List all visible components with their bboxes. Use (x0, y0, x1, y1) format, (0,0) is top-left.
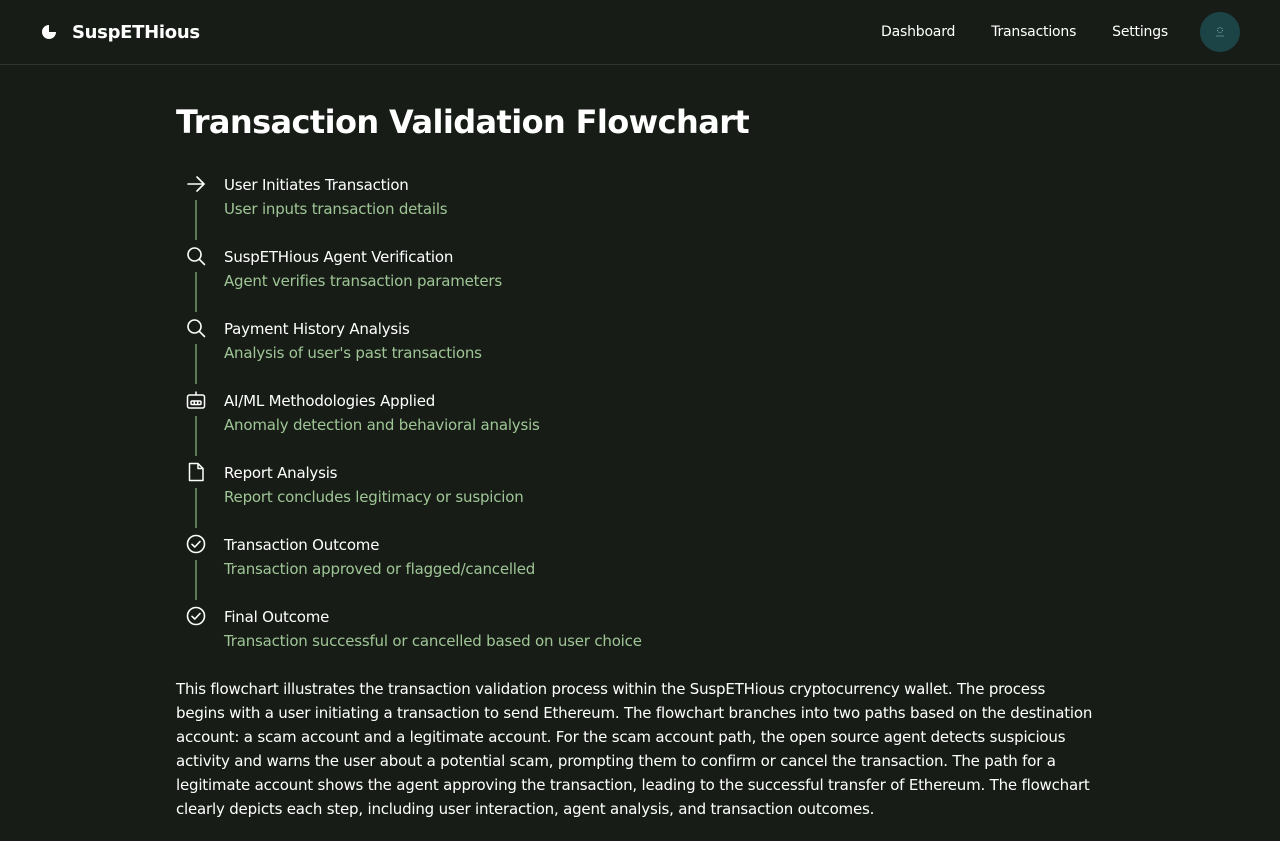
check-circle-icon (186, 606, 206, 626)
step-description: Transaction successful or cancelled base… (224, 632, 642, 650)
nav-dashboard-link[interactable]: Dashboard (881, 24, 955, 40)
avatar-glyph-icon (1216, 27, 1224, 37)
brand[interactable]: SuspETHious (40, 22, 200, 43)
step-title: Transaction Outcome (224, 536, 380, 554)
step-connector (195, 416, 197, 456)
flow-step: User Initiates Transaction User inputs t… (176, 170, 1096, 242)
step-title: SuspETHious Agent Verification (224, 248, 454, 266)
arrow-right-icon (186, 174, 206, 194)
search-icon (186, 318, 206, 338)
step-connector (195, 344, 197, 384)
page-title: Transaction Validation Flowchart (176, 103, 750, 141)
nav-transactions-link[interactable]: Transactions (991, 24, 1076, 40)
step-title: Report Analysis (224, 464, 338, 482)
flow-step: Payment History Analysis Analysis of use… (176, 314, 1096, 386)
step-title: User Initiates Transaction (224, 176, 409, 194)
flow-step: Final Outcome Transaction successful or … (176, 602, 1096, 674)
step-description: Agent verifies transaction parameters (224, 272, 502, 290)
top-navigation-bar: SuspETHious Dashboard Transactions Setti… (0, 0, 1280, 65)
flowchart-steps: User Initiates Transaction User inputs t… (176, 170, 1096, 674)
flow-step: SuspETHious Agent Verification Agent ver… (176, 242, 1096, 314)
step-description: Anomaly detection and behavioral analysi… (224, 416, 540, 434)
step-description: Analysis of user's past transactions (224, 344, 482, 362)
search-icon (186, 246, 206, 266)
check-circle-icon (186, 534, 206, 554)
step-connector (195, 272, 197, 312)
step-description: Report concludes legitimacy or suspicion (224, 488, 524, 506)
robot-icon (186, 390, 206, 410)
main-content: Transaction Validation Flowchart User In… (176, 65, 1096, 821)
app-name: SuspETHious (72, 21, 200, 43)
step-connector (195, 560, 197, 600)
nav-settings-link[interactable]: Settings (1112, 24, 1168, 40)
user-avatar[interactable] (1200, 12, 1240, 52)
flowchart-description: This flowchart illustrates the transacti… (176, 680, 1093, 818)
step-connector (195, 200, 197, 240)
step-connector (195, 488, 197, 528)
flow-step: Transaction Outcome Transaction approved… (176, 530, 1096, 602)
step-title: Payment History Analysis (224, 320, 410, 338)
logo-icon (42, 25, 56, 39)
flow-step: AI/ML Methodologies Applied Anomaly dete… (176, 386, 1096, 458)
flow-step: Report Analysis Report concludes legitim… (176, 458, 1096, 530)
step-description: User inputs transaction details (224, 200, 448, 218)
step-title: AI/ML Methodologies Applied (224, 392, 436, 410)
step-description: Transaction approved or flagged/cancelle… (224, 560, 536, 578)
main-nav: Dashboard Transactions Settings (881, 24, 1168, 40)
document-icon (186, 462, 206, 482)
step-title: Final Outcome (224, 608, 330, 626)
